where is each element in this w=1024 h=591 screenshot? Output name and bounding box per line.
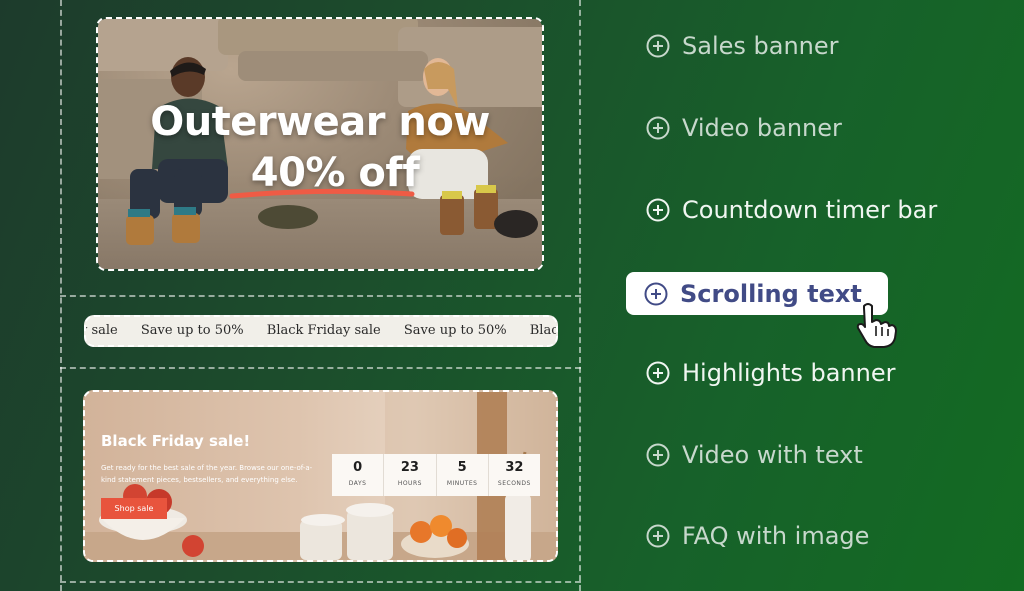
- countdown-unit: MINUTES: [446, 480, 478, 487]
- countdown-hours: 23 HOURS: [384, 454, 437, 496]
- menu-item-label: Video with text: [682, 441, 863, 469]
- countdown-unit: DAYS: [348, 480, 367, 487]
- countdown-banner-preview[interactable]: Black Friday sale! Get ready for the bes…: [83, 390, 558, 562]
- promo-title: Black Friday sale!: [101, 432, 251, 450]
- countdown-unit: SECONDS: [497, 480, 531, 487]
- countdown-days: 0 DAYS: [332, 454, 385, 496]
- guide-line-h3: [60, 581, 581, 583]
- menu-item-countdown-timer-bar[interactable]: Countdown timer bar: [646, 196, 937, 224]
- scrolling-text-preview[interactable]: y sale Save up to 50% Black Friday sale …: [84, 315, 558, 347]
- plus-circle-icon: [646, 34, 670, 58]
- menu-item-video-with-text[interactable]: Video with text: [646, 441, 863, 469]
- menu-item-video-banner[interactable]: Video banner: [646, 114, 842, 142]
- guide-line-h2: [60, 367, 581, 369]
- menu-item-label: Video banner: [682, 114, 842, 142]
- hand-cursor-icon: [856, 303, 897, 348]
- promo-description: Get ready for the best sale of the year.…: [101, 464, 313, 484]
- menu-item-label: Countdown timer bar: [682, 196, 938, 224]
- plus-circle-icon: [644, 282, 668, 305]
- hero-headline-line1: Outerwear now: [150, 99, 490, 145]
- ticker-item: Save up to 50%: [403, 323, 507, 338]
- countdown-value: 5: [457, 460, 467, 475]
- headline-underline: [229, 188, 415, 199]
- ticker-item: Black Friday sale: [529, 323, 558, 338]
- menu-item-sales-banner[interactable]: Sales banner: [646, 32, 839, 60]
- countdown-timer: 0 DAYS 23 HOURS 5 MINUTES 32 SECONDS: [332, 454, 540, 496]
- plus-circle-icon: [646, 198, 670, 222]
- plus-circle-icon: [646, 443, 670, 467]
- countdown-value: 32: [505, 460, 524, 475]
- menu-item-label: Highlights banner: [682, 359, 896, 387]
- ticker-item: y sale: [86, 323, 118, 338]
- people-illustration: [126, 57, 538, 245]
- countdown-unit: HOURS: [397, 480, 422, 487]
- countdown-minutes: 5 MINUTES: [437, 454, 489, 496]
- plus-circle-icon: [646, 524, 670, 548]
- countdown-value: 23: [400, 460, 419, 475]
- menu-item-faq-with-image[interactable]: FAQ with image: [646, 522, 869, 550]
- menu-item-highlights-banner[interactable]: Highlights banner: [646, 359, 895, 387]
- countdown-seconds: 32 SECONDS: [489, 454, 540, 496]
- menu-item-label: Scrolling text: [680, 279, 862, 308]
- shop-sale-button[interactable]: Shop sale: [101, 498, 167, 519]
- plus-circle-icon: [646, 361, 670, 385]
- ticker-item: Save up to 50%: [140, 323, 244, 338]
- countdown-value: 0: [353, 460, 363, 475]
- ticker-item: Black Friday sale: [266, 323, 381, 338]
- sales-banner-preview[interactable]: Outerwear now 40% off: [96, 17, 544, 271]
- plus-circle-icon: [646, 116, 670, 140]
- menu-item-label: FAQ with image: [682, 522, 870, 550]
- menu-item-label: Sales banner: [682, 32, 839, 60]
- menu-item-scrolling-text[interactable]: Scrolling text: [626, 272, 888, 315]
- guide-line-h1: [60, 295, 581, 297]
